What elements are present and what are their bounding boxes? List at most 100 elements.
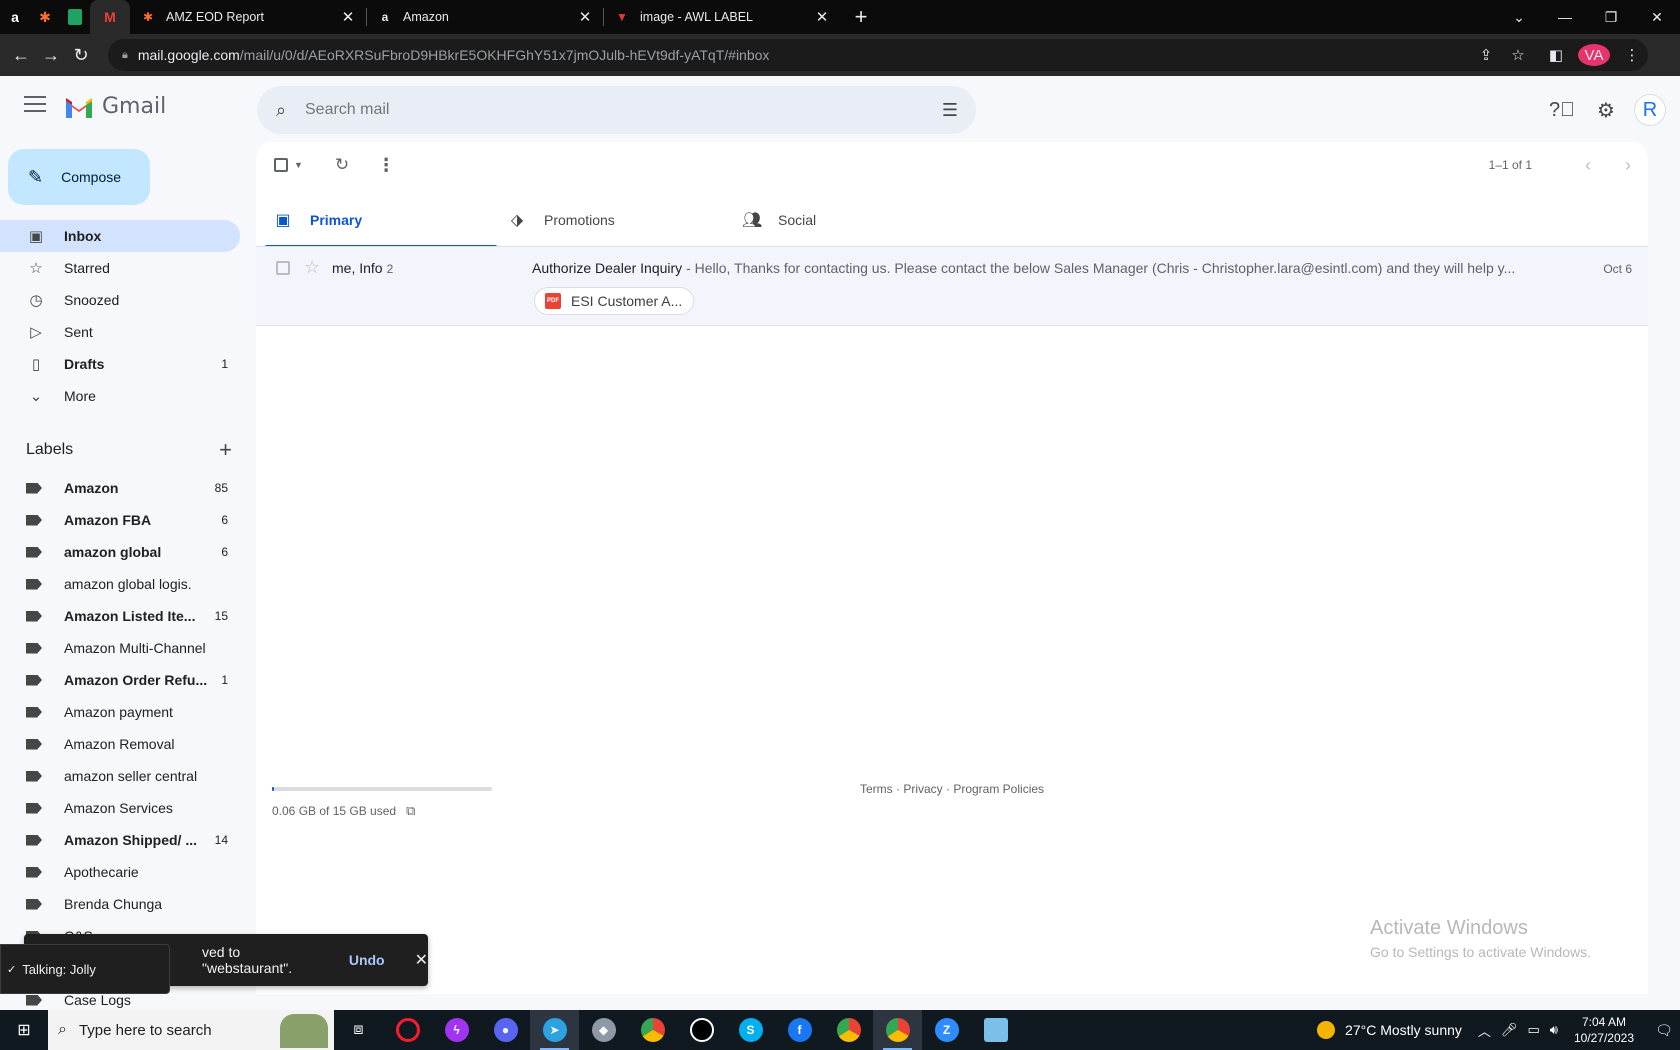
browser-tab[interactable]: ▼ image - AWL LABEL ✕ bbox=[604, 0, 840, 34]
network-icon[interactable]: ▭ bbox=[1527, 1022, 1539, 1038]
snackbar-message: ved to "webstaurant". bbox=[202, 944, 293, 976]
messenger-icon[interactable]: ϟ bbox=[432, 1010, 481, 1050]
label-item[interactable]: Amazon FBA 6 bbox=[0, 504, 240, 536]
main-menu-icon[interactable] bbox=[24, 96, 46, 112]
tab-search-icon[interactable]: ⌄ bbox=[1496, 9, 1542, 26]
tab-promotions[interactable]: ⬗ Promotions bbox=[498, 192, 732, 248]
side-panel-icon[interactable]: ◧ bbox=[1540, 46, 1572, 64]
reload-button[interactable]: ↻ bbox=[66, 45, 96, 66]
select-caret-icon[interactable]: ▼ bbox=[294, 160, 303, 170]
share-icon[interactable]: ⇪ bbox=[1470, 46, 1502, 64]
email-checkbox[interactable] bbox=[276, 261, 290, 275]
more-vert-icon[interactable]: ⋮ bbox=[377, 155, 395, 176]
weather-widget[interactable]: 27°C Mostly sunny bbox=[1317, 1021, 1462, 1039]
skype-icon[interactable]: S bbox=[726, 1010, 775, 1050]
nav-item-sent[interactable]: ▷ Sent bbox=[0, 316, 240, 348]
label-item[interactable]: Amazon Multi-Channel bbox=[0, 632, 240, 664]
forward-button[interactable]: → bbox=[36, 45, 66, 66]
lock-icon[interactable]: 🔒︎ bbox=[122, 49, 128, 62]
pinned-tab-gmail[interactable]: M bbox=[90, 0, 130, 34]
label-item[interactable]: Amazon Services bbox=[0, 792, 240, 824]
chrome-profile-icon[interactable] bbox=[824, 1010, 873, 1050]
settings-gear-icon[interactable]: ⚙ bbox=[1588, 92, 1624, 128]
clock-app-icon[interactable] bbox=[677, 1010, 726, 1050]
label-item[interactable]: amazon seller central bbox=[0, 760, 240, 792]
star-icon[interactable]: ☆ bbox=[304, 257, 320, 278]
app-icon[interactable]: ◆ bbox=[579, 1010, 628, 1050]
telegram-icon[interactable]: ➤ bbox=[530, 1010, 579, 1050]
microphone-icon[interactable]: 🎤︎ bbox=[1501, 1022, 1518, 1038]
select-all-checkbox[interactable] bbox=[274, 158, 288, 172]
nav-item-drafts[interactable]: ▯ Drafts 1 bbox=[0, 348, 240, 380]
help-icon[interactable]: ?⃝ bbox=[1544, 92, 1580, 128]
label-item[interactable]: Amazon Listed Ite... 15 bbox=[0, 600, 240, 632]
chevron-right-icon[interactable]: › bbox=[1608, 155, 1648, 176]
search-icon: ⌕ bbox=[58, 1021, 67, 1038]
taskbar-search[interactable]: ⌕ Type here to search bbox=[48, 1010, 334, 1050]
pinned-tab-sheets[interactable] bbox=[60, 0, 90, 34]
browser-tab[interactable]: ✱ AMZ EOD Report ✕ bbox=[130, 0, 366, 34]
search-options-icon[interactable]: ☰ bbox=[924, 100, 976, 121]
notepad-icon[interactable] bbox=[971, 1010, 1020, 1050]
clock[interactable]: 7:04 AM 10/27/2023 bbox=[1574, 1014, 1634, 1046]
volume-icon[interactable]: 🔊︎ bbox=[1550, 1022, 1558, 1038]
label-name: Amazon Listed Ite... bbox=[64, 608, 196, 624]
attachment-chip[interactable]: PDF ESI Customer A... bbox=[534, 287, 694, 315]
tab-social[interactable]: 👥︎ Social bbox=[732, 192, 966, 248]
label-item[interactable]: Apothecarie bbox=[0, 856, 240, 888]
back-button[interactable]: ← bbox=[6, 45, 36, 66]
close-icon[interactable]: ✕ bbox=[814, 8, 830, 26]
label-item[interactable]: Amazon payment bbox=[0, 696, 240, 728]
chrome-active-icon[interactable] bbox=[873, 1010, 922, 1050]
nav-item-starred[interactable]: ☆ Starred bbox=[0, 252, 240, 284]
label-item[interactable]: Amazon Order Refu... 1 bbox=[0, 664, 240, 696]
url-path: /mail/u/0/d/AEoRXRSuFbroD9HBkrE5OKHFGhY5… bbox=[239, 47, 770, 63]
gmail-logo[interactable]: Gmail bbox=[64, 94, 166, 119]
chat-app-icon[interactable]: ● bbox=[481, 1010, 530, 1050]
close-window-button[interactable]: ✕ bbox=[1634, 9, 1680, 26]
zoom-icon[interactable]: Z bbox=[922, 1010, 971, 1050]
tab-primary[interactable]: ▣ Primary bbox=[264, 192, 498, 248]
compose-button[interactable]: ✎ Compose bbox=[8, 149, 150, 205]
label-item[interactable]: amazon global logis. bbox=[0, 568, 240, 600]
minimize-button[interactable]: — bbox=[1542, 9, 1588, 25]
pinned-tab-amazon[interactable]: a bbox=[0, 0, 30, 34]
email-row[interactable]: ☆ me, Info 2 Authorize Dealer Inquiry - H… bbox=[256, 246, 1648, 326]
notification-icon[interactable]: 🗨︎ bbox=[1648, 1022, 1680, 1039]
nav-item-inbox[interactable]: ▣ Inbox bbox=[0, 220, 240, 252]
label-item[interactable]: Amazon 85 bbox=[0, 472, 240, 504]
refresh-icon[interactable]: ↻ bbox=[335, 155, 349, 175]
new-tab-button[interactable]: + bbox=[846, 4, 876, 30]
search-icon[interactable]: ⌕ bbox=[257, 100, 305, 121]
opera-icon[interactable] bbox=[383, 1010, 432, 1050]
omnibox-actions: ⇪ ☆ ◧ VA ⋮ bbox=[1470, 39, 1648, 71]
close-icon[interactable]: ✕ bbox=[340, 8, 356, 26]
label-item[interactable]: Amazon Removal bbox=[0, 728, 240, 760]
label-item[interactable]: Brenda Chunga bbox=[0, 888, 240, 920]
url-bar[interactable]: 🔒︎ mail.google.com/mail/u/0/d/AEoRXRSuFb… bbox=[108, 39, 1648, 71]
restore-button[interactable]: ❐ bbox=[1588, 9, 1634, 26]
close-icon[interactable]: ✕ bbox=[577, 8, 593, 26]
nav-item-more[interactable]: ⌄ More bbox=[0, 380, 240, 412]
footer-links[interactable]: Terms · Privacy · Program Policies bbox=[860, 782, 1044, 796]
browser-tab[interactable]: a Amazon ✕ bbox=[367, 0, 603, 34]
windows-start-icon[interactable]: ⊞ bbox=[0, 1010, 48, 1050]
chevron-left-icon[interactable]: ‹ bbox=[1568, 155, 1608, 176]
account-avatar[interactable]: R bbox=[1634, 94, 1666, 126]
facebook-icon[interactable]: f bbox=[775, 1010, 824, 1050]
profile-avatar[interactable]: VA bbox=[1578, 44, 1610, 66]
pinned-tab-zapier[interactable]: ✱ bbox=[30, 0, 60, 34]
chrome-icon[interactable] bbox=[628, 1010, 677, 1050]
undo-button[interactable]: Undo bbox=[349, 952, 385, 968]
nav-item-snoozed[interactable]: ◷ Snoozed bbox=[0, 284, 240, 316]
bookmark-star-icon[interactable]: ☆ bbox=[1502, 46, 1534, 64]
label-item[interactable]: Amazon Shipped/ ... 14 bbox=[0, 824, 240, 856]
open-external-icon[interactable]: ⧉ bbox=[406, 803, 415, 819]
menu-dots-icon[interactable]: ⋮ bbox=[1616, 46, 1648, 64]
add-label-icon[interactable]: + bbox=[219, 437, 232, 463]
label-item[interactable]: amazon global 6 bbox=[0, 536, 240, 568]
chevron-up-icon[interactable]: ︿ bbox=[1478, 1021, 1491, 1040]
task-view-icon[interactable]: ⧈ bbox=[334, 1010, 383, 1050]
search-input[interactable] bbox=[305, 101, 924, 119]
close-icon[interactable]: ✕ bbox=[415, 950, 428, 970]
